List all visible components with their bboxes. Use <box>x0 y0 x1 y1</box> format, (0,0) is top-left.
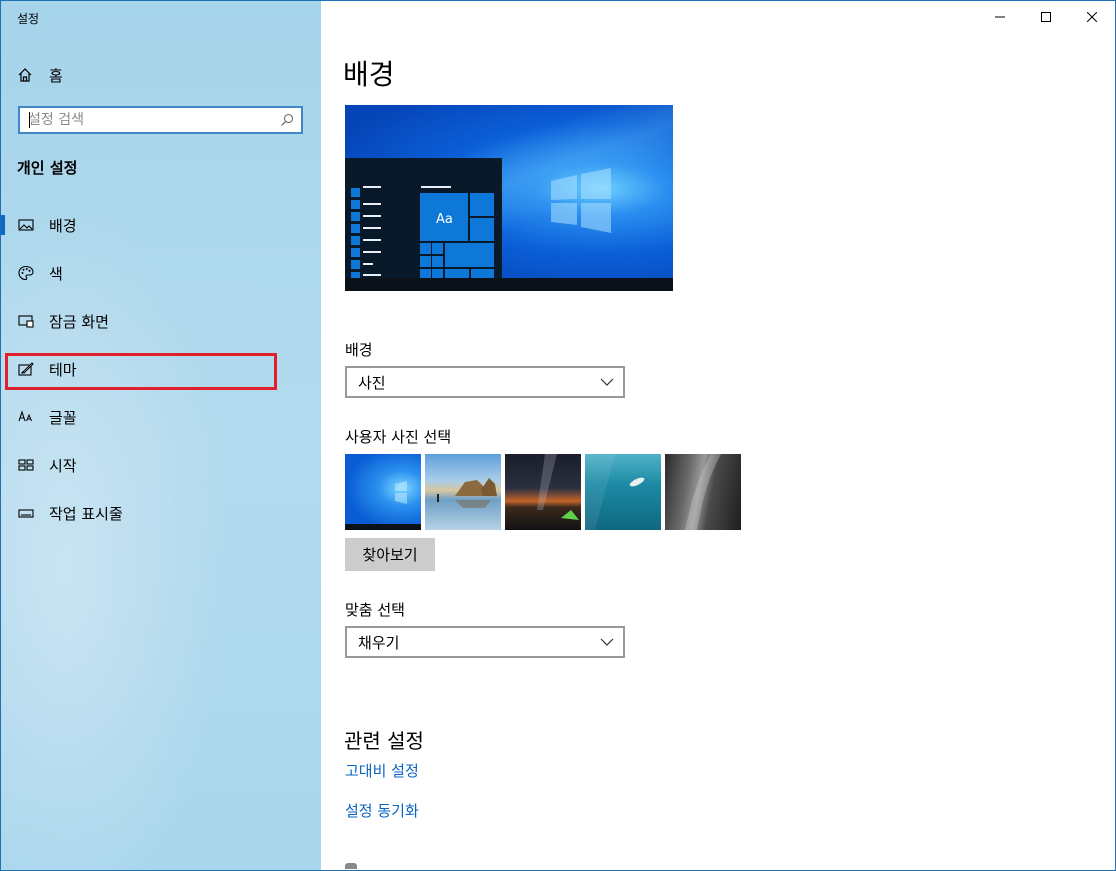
minimize-icon <box>995 16 1005 18</box>
night-sky-image <box>537 454 579 520</box>
beach-rock-image <box>437 478 497 508</box>
sidebar-item-fonts[interactable]: 글꼴 <box>1 397 321 437</box>
preview-tile <box>470 218 494 241</box>
rock-cliff-image <box>685 454 721 530</box>
sidebar-item-color[interactable]: 색 <box>1 253 321 293</box>
maximize-icon <box>1041 12 1051 22</box>
font-icon <box>18 410 32 422</box>
thumbnail-windows-default[interactable] <box>345 454 421 530</box>
chevron-down-icon <box>600 638 614 646</box>
minimize-button[interactable] <box>977 1 1023 33</box>
sidebar-item-lock-screen[interactable]: 잠금 화면 <box>1 301 321 341</box>
sidebar-item-taskbar[interactable]: 작업 표시줄 <box>1 493 321 533</box>
close-button[interactable] <box>1069 1 1115 33</box>
home-icon <box>18 68 32 82</box>
search-icon[interactable] <box>280 113 294 127</box>
sidebar-item-label: 배경 <box>49 216 77 235</box>
active-indicator <box>1 215 5 235</box>
sidebar-item-background[interactable]: 배경 <box>1 205 321 245</box>
sidebar-item-start[interactable]: 시작 <box>1 445 321 485</box>
maximize-button[interactable] <box>1023 1 1069 33</box>
windows-logo-icon <box>551 168 611 233</box>
sidebar-item-label: 잠금 화면 <box>49 312 109 331</box>
sidebar-item-label: 작업 표시줄 <box>49 504 123 523</box>
preview-menu-line <box>363 227 381 229</box>
search-box[interactable] <box>18 106 303 134</box>
thumbnail-beach[interactable] <box>425 454 501 530</box>
preview-tile <box>420 269 431 278</box>
preview-tile <box>432 256 443 267</box>
preview-tile <box>351 188 360 197</box>
preview-menu-line <box>363 215 381 217</box>
lock-screen-icon <box>18 315 34 328</box>
preview-menu-line <box>363 251 381 253</box>
dropdown-value: 사진 <box>358 373 386 392</box>
more-content-indicator <box>345 863 357 869</box>
picture-thumbnails <box>345 454 745 530</box>
app-title: 설정 <box>17 12 40 26</box>
preview-tile <box>432 269 443 278</box>
picture-icon <box>18 219 34 231</box>
preview-menu-line <box>421 186 451 188</box>
preview-tile <box>432 243 443 254</box>
theme-brush-icon <box>18 362 34 376</box>
preview-start-menu <box>345 158 502 281</box>
page-title: 배경 <box>343 58 395 91</box>
preview-tile <box>445 243 494 267</box>
sidebar: 설정 홈 개인 설정 배경 <box>1 1 321 870</box>
home-label: 홈 <box>49 66 63 85</box>
high-contrast-link[interactable]: 고대비 설정 <box>345 760 419 781</box>
sidebar-item-label: 글꼴 <box>49 408 77 427</box>
home-link[interactable]: 홈 <box>17 63 63 87</box>
preview-tile <box>445 269 469 278</box>
sidebar-item-label: 시작 <box>49 456 77 475</box>
thumbnail-rock-cliff[interactable] <box>665 454 741 530</box>
preview-taskbar <box>345 278 673 291</box>
choose-picture-label: 사용자 사진 선택 <box>345 428 452 446</box>
preview-tile <box>351 248 360 257</box>
sidebar-item-theme[interactable]: 테마 <box>1 349 321 389</box>
preview-menu-line <box>363 274 381 276</box>
sidebar-item-label: 색 <box>49 264 63 283</box>
underwater-diver-image <box>585 454 645 530</box>
background-preview: Aa <box>345 105 673 291</box>
fit-label: 맞춤 선택 <box>345 601 405 619</box>
preview-menu-line <box>363 263 373 265</box>
main-content: 배경 Aa 배경 사진 사용자 사진 선택 찾아보기 맞춤 선택 채우기 관련 … <box>321 1 1115 870</box>
preview-menu-line <box>363 203 381 205</box>
preview-tile <box>470 193 494 216</box>
related-settings-title: 관련 설정 <box>344 729 424 753</box>
settings-window: 설정 홈 개인 설정 배경 <box>0 0 1116 871</box>
preview-menu-line <box>363 239 381 241</box>
preview-menu-line <box>363 186 381 188</box>
background-label: 배경 <box>345 341 373 359</box>
start-icon <box>18 459 34 471</box>
taskbar-icon <box>18 509 34 518</box>
browse-button[interactable]: 찾아보기 <box>345 538 435 571</box>
preview-tile-text: Aa <box>436 212 453 227</box>
preview-tile <box>351 224 360 233</box>
chevron-down-icon <box>600 378 614 386</box>
window-controls <box>977 1 1115 33</box>
thumbnail-underwater[interactable] <box>585 454 661 530</box>
background-type-dropdown[interactable]: 사진 <box>345 366 625 398</box>
preview-tile <box>420 256 431 267</box>
preview-tile <box>420 243 431 254</box>
sync-settings-link[interactable]: 설정 동기화 <box>345 800 419 821</box>
close-icon <box>1087 12 1097 22</box>
sidebar-item-label: 테마 <box>49 360 77 379</box>
preview-tile <box>351 236 360 245</box>
palette-icon <box>18 265 34 281</box>
search-input[interactable] <box>20 109 280 131</box>
fit-dropdown[interactable]: 채우기 <box>345 626 625 658</box>
text-caret <box>29 112 30 128</box>
preview-tile <box>471 269 494 278</box>
section-title: 개인 설정 <box>17 159 78 177</box>
preview-tile <box>351 212 360 221</box>
thumbnail-night-sky[interactable] <box>505 454 581 530</box>
windows-logo-icon <box>345 481 421 530</box>
preview-tile <box>351 200 360 209</box>
preview-tile <box>351 260 360 269</box>
dropdown-value: 채우기 <box>358 633 400 652</box>
